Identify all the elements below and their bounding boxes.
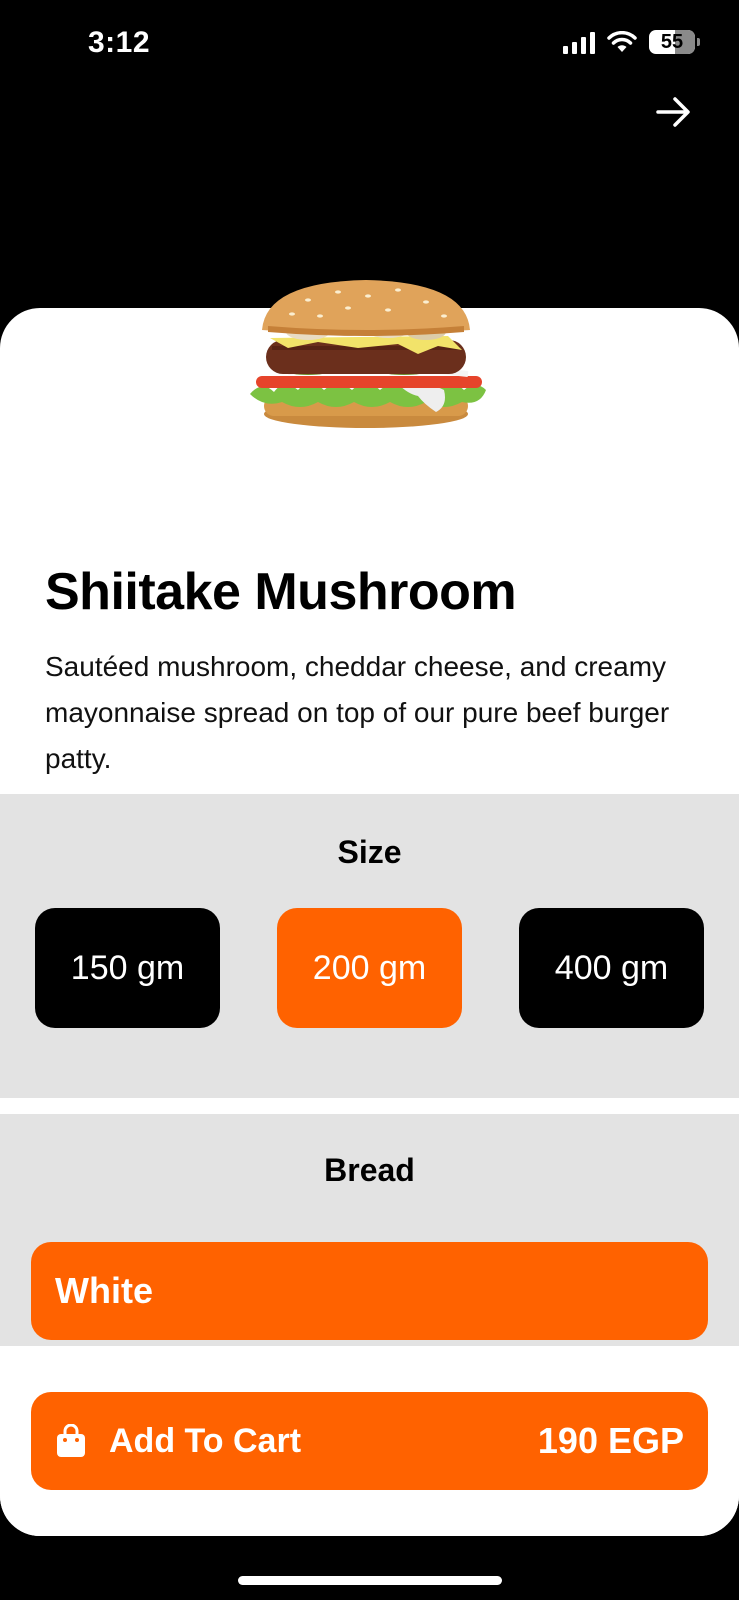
- size-section-title: Size: [337, 834, 402, 870]
- cart-price: 190 EGP: [537, 1420, 684, 1461]
- status-icons: 55: [563, 30, 700, 54]
- size-section: Size 150 gm 200 gm 400 gm: [0, 794, 739, 1098]
- wifi-icon: [607, 31, 637, 53]
- cellular-signal-icon: [563, 30, 595, 54]
- cart-bar: Add To Cart 190 EGP: [0, 1346, 739, 1536]
- battery-level: 55: [660, 30, 684, 53]
- add-to-cart-label: Add To Cart: [109, 1421, 302, 1460]
- bread-option-white[interactable]: White: [31, 1242, 708, 1340]
- battery-icon: 55: [649, 30, 700, 54]
- arrow-right-icon[interactable]: [653, 92, 693, 132]
- product-description: Sautéed mushroom, cheddar cheese, and cr…: [45, 651, 670, 774]
- bread-section: Bread White: [0, 1114, 739, 1354]
- product-image: [248, 276, 492, 436]
- size-option-200[interactable]: 200 gm: [277, 908, 462, 1028]
- home-indicator[interactable]: [238, 1576, 502, 1585]
- size-option-400[interactable]: 400 gm: [519, 908, 704, 1028]
- add-to-cart-button[interactable]: Add To Cart 190 EGP: [31, 1392, 708, 1490]
- product-title: Shiitake Mushroom: [45, 563, 517, 621]
- bread-section-title: Bread: [324, 1152, 415, 1188]
- shopping-bag-icon: [55, 1423, 87, 1458]
- size-option-150[interactable]: 150 gm: [35, 908, 220, 1028]
- status-time: 3:12: [88, 26, 151, 59]
